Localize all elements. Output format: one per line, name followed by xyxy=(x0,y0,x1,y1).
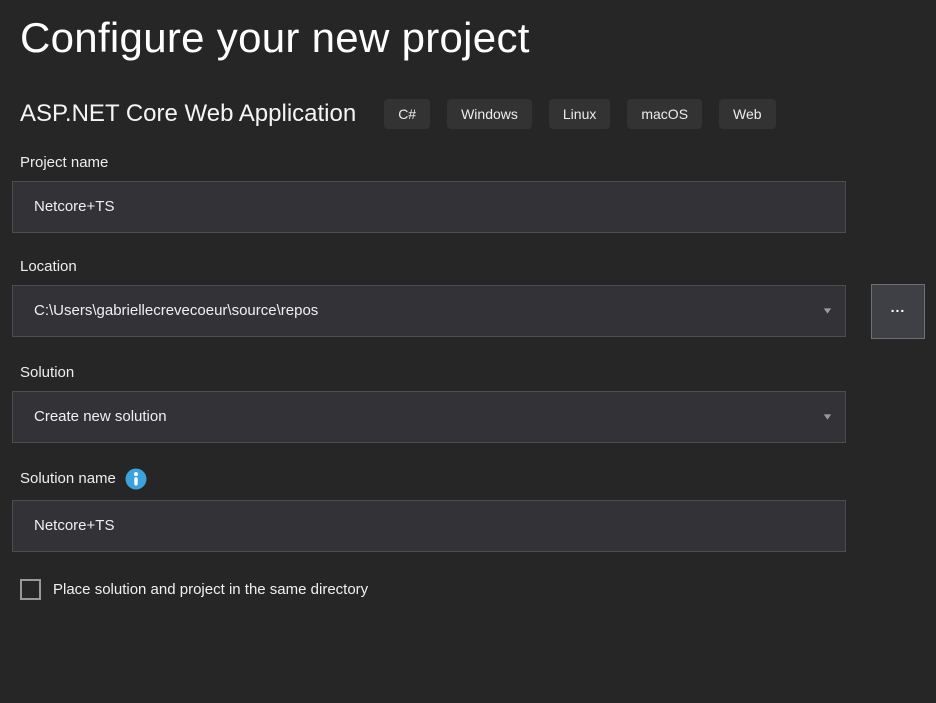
location-label: Location xyxy=(20,258,916,275)
tag-csharp: C# xyxy=(384,99,430,129)
project-type-name: ASP.NET Core Web Application xyxy=(20,100,356,128)
chevron-down-icon: ▼ xyxy=(821,412,833,421)
tag-macos: macOS xyxy=(627,99,702,129)
solution-combobox[interactable]: Create new solution ▼ xyxy=(12,391,846,443)
same-directory-row: Place solution and project in the same d… xyxy=(20,579,936,600)
solution-name-input[interactable] xyxy=(12,500,846,552)
project-name-label: Project name xyxy=(20,154,916,171)
location-row: C:\Users\gabriellecrevecoeur\source\repo… xyxy=(0,275,936,339)
solution-value: Create new solution xyxy=(34,408,167,425)
solution-name-label: Solution name xyxy=(20,468,916,490)
location-combobox[interactable]: C:\Users\gabriellecrevecoeur\source\repo… xyxy=(12,285,846,337)
same-directory-checkbox[interactable] xyxy=(20,579,41,600)
tag-web: Web xyxy=(719,99,776,129)
chevron-down-icon: ▼ xyxy=(821,306,833,315)
project-type-row: ASP.NET Core Web Application C# Windows … xyxy=(20,99,916,129)
same-directory-label: Place solution and project in the same d… xyxy=(53,581,368,598)
browse-button[interactable]: ... xyxy=(871,284,925,339)
solution-label: Solution xyxy=(20,364,916,381)
page-title: Configure your new project xyxy=(20,12,916,65)
configure-project-dialog: Configure your new project ASP.NET Core … xyxy=(0,12,936,703)
location-value: C:\Users\gabriellecrevecoeur\source\repo… xyxy=(34,302,318,319)
tag-windows: Windows xyxy=(447,99,532,129)
info-icon[interactable] xyxy=(125,468,147,490)
project-name-input[interactable] xyxy=(12,181,846,233)
tag-linux: Linux xyxy=(549,99,610,129)
